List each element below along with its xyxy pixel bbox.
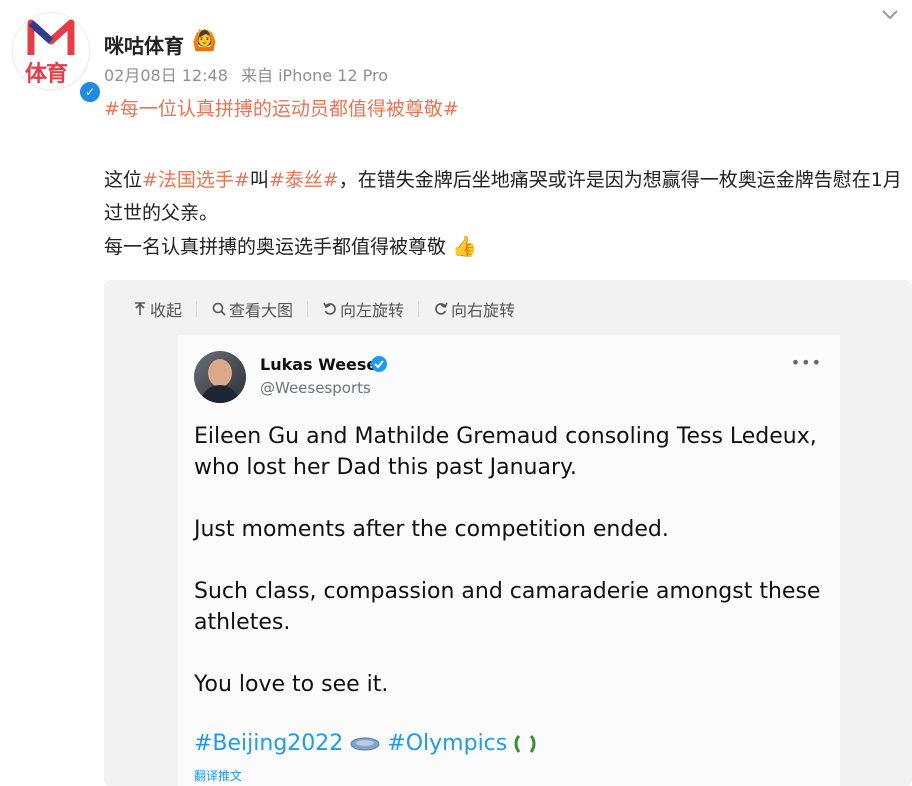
- hashtag-title[interactable]: #每一位认真拼搏的运动员都值得被尊敬#: [104, 94, 459, 121]
- view-large-button[interactable]: 查看大图: [211, 297, 293, 321]
- olympic-rings-icon: [350, 737, 380, 750]
- collapse-label: 收起: [150, 301, 183, 320]
- rotate-left-button[interactable]: 向左旋转: [322, 297, 404, 321]
- media-viewer: 收起 查看大图 向左旋转 向右旋转 Lukas Weese @Weesespor…: [104, 280, 912, 786]
- olympic-wreath-icon: [514, 734, 536, 753]
- toolbar-divider: [418, 301, 420, 317]
- verified-icon: [371, 356, 387, 372]
- toolbar-divider: [196, 301, 198, 317]
- rotate-right-icon: [435, 302, 448, 315]
- collapse-button[interactable]: 收起: [132, 297, 182, 321]
- tweet-avatar-face: [208, 359, 232, 387]
- post-source: 来自 iPhone 12 Pro: [241, 66, 389, 85]
- toolbar-divider: [307, 301, 309, 317]
- tweet-avatar-shirt: [200, 385, 240, 403]
- tweet-author-handle: @Weesesports: [260, 379, 371, 397]
- user-badge-icon: 🙆: [192, 28, 217, 52]
- more-icon: •••: [790, 353, 822, 372]
- rotate-right-button[interactable]: 向右旋转: [433, 297, 515, 321]
- search-icon: [212, 302, 226, 316]
- post-date[interactable]: 02月08日 12:48: [104, 66, 228, 85]
- tweet-hashtag-beijing: #Beijing2022: [194, 731, 344, 756]
- collapse-icon: [135, 302, 145, 315]
- chevron-down-icon[interactable]: [880, 8, 900, 22]
- tag-tess[interactable]: #泰丝#: [269, 169, 339, 191]
- tweet-paragraph: Just moments after the competition ended…: [194, 517, 669, 542]
- avatar[interactable]: 体育 ✓: [12, 12, 102, 104]
- tweet-paragraph: You love to see it.: [194, 672, 389, 697]
- tweet-hashtags: #Beijing2022 #Olympics: [194, 731, 537, 756]
- tweet-text: Eileen Gu and Mathilde Gremaud consoling…: [194, 421, 824, 731]
- post-text-4: 每一名认真拼搏的奥运选手都值得被尊敬: [104, 236, 447, 258]
- tweet-hashtag-olympics: #Olympics: [387, 731, 508, 756]
- view-large-label: 查看大图: [229, 301, 294, 320]
- translate-tweet-link: 翻译推文: [194, 769, 243, 783]
- username[interactable]: 咪咕体育: [104, 30, 184, 59]
- verified-icon: ✓: [78, 80, 102, 104]
- tweet-paragraph: Eileen Gu and Mathilde Gremaud consoling…: [194, 424, 817, 480]
- post-text-1: 这位: [104, 169, 143, 191]
- tag-french-athlete[interactable]: #法国选手#: [142, 169, 250, 191]
- post-text-2: 叫: [249, 169, 269, 191]
- avatar-logo-text: 体育: [25, 62, 68, 87]
- post-body: 这位#法国选手#叫#泰丝#，在错失金牌后坐地痛哭或许是因为想赢得一枚奥运金牌告慰…: [104, 164, 904, 264]
- migu-logo-icon: [27, 19, 75, 55]
- thumbs-up-icon: 👍: [452, 234, 477, 258]
- tweet-author-name: Lukas Weese: [260, 355, 378, 374]
- rotate-left-label: 向左旋转: [340, 301, 405, 320]
- tweet-avatar: [194, 351, 246, 403]
- rotate-right-label: 向右旋转: [451, 301, 516, 320]
- post-meta: 02月08日 12:48 来自 iPhone 12 Pro: [104, 62, 388, 86]
- rotate-left-icon: [323, 302, 336, 315]
- tweet-paragraph: Such class, compassion and camaraderie a…: [194, 579, 821, 635]
- media-toolbar: 收起 查看大图 向左旋转 向右旋转: [132, 296, 515, 322]
- tweet-screenshot[interactable]: Lukas Weese @Weesesports ••• Eileen Gu a…: [178, 335, 840, 786]
